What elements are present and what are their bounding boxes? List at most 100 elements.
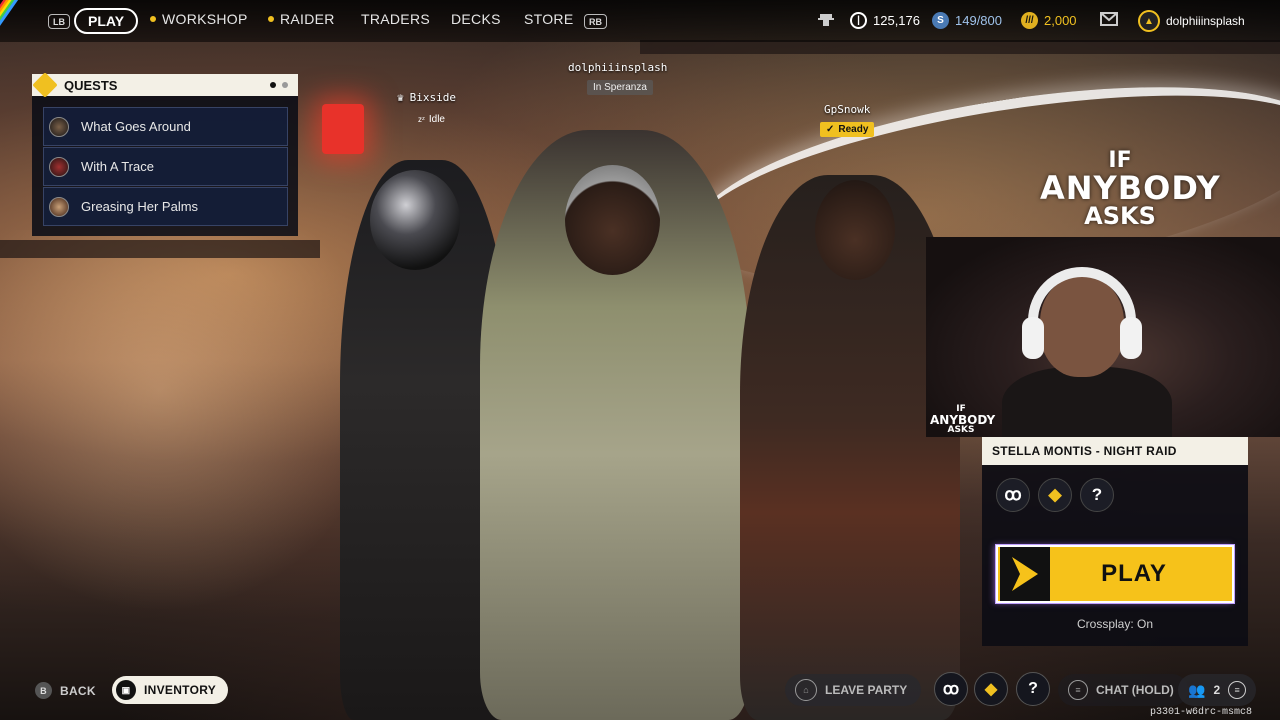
quest-item[interactable]: Greasing Her Palms xyxy=(43,187,288,226)
quest-giver-icon xyxy=(49,156,69,177)
quests-header: QUESTS xyxy=(32,72,298,98)
people-icon: 👥 xyxy=(1188,681,1206,698)
tokens-value: 2,000 xyxy=(1044,13,1077,28)
raider-token-icon: /// xyxy=(1021,12,1038,29)
stash-icon: S xyxy=(932,12,949,29)
tab-raider-label: RAIDER xyxy=(280,11,335,27)
crossplay-status[interactable]: Crossplay: On xyxy=(982,617,1248,631)
session-id: p3301-w6drc-msmc8 xyxy=(1150,707,1253,718)
headphones-icon xyxy=(1028,267,1136,327)
quests-panel: QUESTS What Goes Around With A Trace Gre… xyxy=(32,72,298,236)
sleep-icon: zᶻ xyxy=(418,115,425,124)
play-button[interactable]: PLAY xyxy=(996,545,1234,603)
tab-workshop-label: WORKSHOP xyxy=(162,11,248,27)
augment-icon[interactable]: ꝏ xyxy=(934,672,968,706)
quest-giver-icon xyxy=(49,116,69,137)
profile-username: dolphiiinsplash xyxy=(1166,14,1245,28)
leave-party-icon: ⌂ xyxy=(795,679,817,701)
red-lamp xyxy=(322,104,364,154)
cam-logo-line: ASKS xyxy=(947,425,975,435)
player-name: Bixside xyxy=(409,91,456,104)
overlay-line: ASKS xyxy=(1084,202,1156,230)
coins-value: 125,176 xyxy=(873,13,920,28)
shield-loadout-icon[interactable]: ◆ xyxy=(974,672,1008,706)
character-dolphiiinsplash xyxy=(480,130,750,720)
tab-play[interactable]: PLAY xyxy=(74,8,139,34)
b-button-icon: B xyxy=(35,682,52,699)
party-count: 2 xyxy=(1213,683,1221,697)
background-beam xyxy=(640,40,1280,54)
rainbow-stripe-icon xyxy=(0,0,40,42)
player-label-bixside: ♛ Bixside xyxy=(397,91,456,104)
player-name-gpsnowk: GpSnowk xyxy=(824,103,871,116)
leave-party-button[interactable]: ⌂ LEAVE PARTY xyxy=(785,674,922,706)
head xyxy=(565,165,660,275)
crown-icon: ♛ xyxy=(397,91,404,104)
map-title: STELLA MONTIS - NIGHT RAID xyxy=(982,437,1248,465)
player-status: Idle xyxy=(428,114,445,125)
play-arrow-icon xyxy=(1000,547,1050,601)
quest-item[interactable]: With A Trace xyxy=(43,147,288,186)
head xyxy=(815,180,895,280)
background-beam xyxy=(0,240,320,258)
player-status: Ready xyxy=(838,124,869,135)
quest-label: What Goes Around xyxy=(81,119,191,134)
streamer-body xyxy=(1002,367,1172,437)
coin-icon: | xyxy=(850,12,867,29)
avatar: ▲ xyxy=(1138,10,1160,32)
left-bumper-hint: LB xyxy=(48,14,70,29)
profile[interactable]: ▲ dolphiiinsplash xyxy=(1138,10,1245,32)
party-members-button[interactable]: 👥 2 ≡ xyxy=(1178,674,1257,706)
streamer xyxy=(1002,267,1172,437)
tab-workshop[interactable]: WORKSHOP xyxy=(150,11,248,27)
tab-store[interactable]: STORE xyxy=(524,11,573,27)
leave-party-label: LEAVE PARTY xyxy=(825,683,908,697)
headphone-ear-left xyxy=(1022,317,1044,359)
cam-logo: IF ANYBODY ASKS xyxy=(930,405,995,435)
headphone-ear-right xyxy=(1120,317,1142,359)
shield-loadout-icon[interactable]: ◆ xyxy=(1038,478,1072,512)
inventory-icon: ▣ xyxy=(116,680,136,700)
back-label: BACK xyxy=(60,683,96,698)
chat-button[interactable]: ≡ CHAT (HOLD) xyxy=(1058,674,1188,706)
top-navigation-bar: LB PLAY WORKSHOP RAIDER TRADERS DECKS ST… xyxy=(0,0,1280,42)
player-status-badge: ✓ Ready xyxy=(820,122,875,137)
match-panel: STELLA MONTIS - NIGHT RAID ꝏ ◆ ? PLAY Cr… xyxy=(982,437,1248,646)
player-status-badge: In Speranza xyxy=(587,80,653,95)
right-bumper-hint: RB xyxy=(584,14,607,29)
tokens-stat: /// 2,000 xyxy=(1021,12,1077,29)
tab-decks[interactable]: DECKS xyxy=(451,11,501,27)
stream-overlay-logo: IF ANYBODY ASKS xyxy=(1040,150,1221,230)
quest-giver-icon xyxy=(49,196,69,217)
back-button[interactable]: B BACK xyxy=(35,682,96,699)
augment-icon[interactable]: ꝏ xyxy=(996,478,1030,512)
overlay-line: ANYBODY xyxy=(1040,169,1221,207)
quest-label: With A Trace xyxy=(81,159,154,174)
quest-page-dots[interactable] xyxy=(270,82,288,88)
mail-icon[interactable] xyxy=(1100,12,1118,26)
stash-value: 149/800 xyxy=(955,13,1002,28)
webcam-feed: IF ANYBODY ASKS xyxy=(926,237,1280,437)
stash-stat: S 149/800 xyxy=(932,12,1002,29)
inventory-label: INVENTORY xyxy=(144,683,217,697)
chat-label: CHAT (HOLD) xyxy=(1096,683,1174,697)
inventory-button[interactable]: ▣ INVENTORY xyxy=(112,676,229,704)
play-button-label: PLAY xyxy=(1101,560,1167,587)
menu-icon: ≡ xyxy=(1228,681,1247,699)
quest-diamond-icon xyxy=(32,72,58,98)
unknown-item-icon[interactable]: ? xyxy=(1016,672,1050,706)
player-name-dolphiiinsplash: dolphiiinsplash xyxy=(568,61,668,74)
tab-raider[interactable]: RAIDER xyxy=(268,11,335,27)
unknown-item-icon[interactable]: ? xyxy=(1080,478,1114,512)
quest-item[interactable]: What Goes Around xyxy=(43,107,288,146)
player-status-badge: zᶻ Idle xyxy=(412,112,451,127)
helmet xyxy=(370,170,460,270)
checkmark-icon: ✓ xyxy=(826,124,835,135)
notification-dot-icon xyxy=(268,16,274,22)
quests-title: QUESTS xyxy=(64,77,118,93)
party-icon[interactable] xyxy=(817,12,835,28)
tab-traders[interactable]: TRADERS xyxy=(361,11,430,27)
coins-stat: | 125,176 xyxy=(850,12,920,29)
notification-dot-icon xyxy=(150,16,156,22)
quest-label: Greasing Her Palms xyxy=(81,199,199,214)
